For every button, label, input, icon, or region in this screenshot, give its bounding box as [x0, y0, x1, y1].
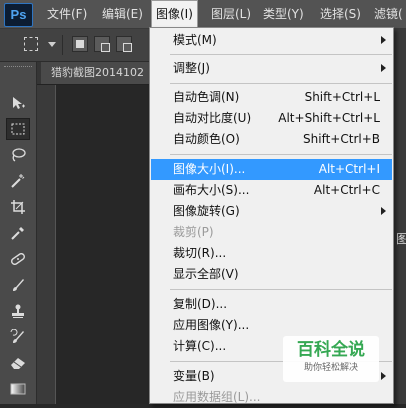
- menu-type[interactable]: 类型(Y): [259, 0, 308, 28]
- menu-item-label: 调整(J): [173, 61, 210, 75]
- menu-item-shortcut: Alt+Ctrl+I: [318, 162, 380, 176]
- tools-panel: [0, 62, 37, 404]
- submenu-arrow-icon: [381, 64, 386, 72]
- menu-item-auto-tone[interactable]: 自动色调(N) Shift+Ctrl+L: [151, 87, 392, 108]
- menu-item-auto-contrast[interactable]: 自动对比度(U) Alt+Shift+Ctrl+L: [151, 108, 392, 129]
- brush-tool-icon[interactable]: [6, 274, 30, 296]
- menu-item-image-rotation[interactable]: 图像旋转(G): [151, 201, 392, 222]
- menu-item-trim[interactable]: 裁切(R)...: [151, 243, 392, 264]
- watermark-logo: 百科全说 助你轻松解决: [283, 336, 379, 382]
- menu-item-label: 复制(D)...: [173, 297, 228, 311]
- add-selection-button[interactable]: [94, 36, 110, 52]
- menu-item-label: 图像大小(I)...: [173, 162, 246, 176]
- right-panel-label: 图: [396, 232, 406, 246]
- submenu-arrow-icon: [381, 372, 386, 380]
- menu-separator: [170, 289, 392, 290]
- menu-layer[interactable]: 图层(L): [207, 0, 255, 28]
- panel-grip[interactable]: [4, 66, 32, 71]
- menu-separator: [170, 154, 392, 155]
- menu-item-label: 图像旋转(G): [173, 204, 240, 218]
- menu-item-apply-data-set[interactable]: 应用数据组(L)...: [151, 387, 392, 408]
- menu-item-label: 自动颜色(O): [173, 132, 240, 146]
- submenu-arrow-icon: [381, 36, 386, 44]
- right-panel: [393, 29, 406, 404]
- gradient-tool-icon[interactable]: [6, 378, 30, 400]
- clone-stamp-tool-icon[interactable]: [6, 300, 30, 322]
- eyedropper-tool-icon[interactable]: [6, 222, 30, 244]
- menu-item-label: 自动对比度(U): [173, 111, 252, 125]
- menu-item-image-size[interactable]: 图像大小(I)... Alt+Ctrl+I: [151, 159, 392, 180]
- watermark-title: 百科全说: [297, 340, 365, 360]
- menu-item-label: 裁剪(P): [173, 225, 214, 239]
- menu-file[interactable]: 文件(F): [43, 0, 91, 28]
- menu-item-shortcut: Shift+Ctrl+L: [304, 90, 380, 104]
- menu-separator: [170, 83, 392, 84]
- menu-item-label: 应用图像(Y)...: [173, 318, 250, 332]
- menu-item-shortcut: Alt+Ctrl+C: [313, 183, 380, 197]
- menu-item-label: 应用数据组(L)...: [173, 390, 261, 404]
- history-brush-tool-icon[interactable]: [6, 326, 30, 348]
- menu-item-label: 自动色调(N): [173, 90, 240, 104]
- subtract-selection-button[interactable]: [116, 36, 132, 52]
- menu-item-shortcut: Shift+Ctrl+B: [303, 132, 380, 146]
- menu-item-apply-image[interactable]: 应用图像(Y)...: [151, 315, 392, 336]
- chevron-down-icon[interactable]: [48, 42, 56, 47]
- menu-separator: [170, 54, 392, 55]
- new-selection-button[interactable]: [72, 36, 88, 52]
- move-tool-icon[interactable]: [6, 92, 30, 114]
- photoshop-logo: Ps: [4, 3, 33, 27]
- menu-filter[interactable]: 滤镜(: [370, 0, 406, 28]
- menu-item-label: 裁切(R)...: [173, 246, 227, 260]
- menu-image[interactable]: 图像(I): [151, 0, 198, 28]
- lasso-tool-icon[interactable]: [6, 144, 30, 166]
- menu-item-canvas-size[interactable]: 画布大小(S)... Alt+Ctrl+C: [151, 180, 392, 201]
- menu-item-label: 计算(C)...: [173, 339, 227, 353]
- vertical-ruler: [37, 85, 56, 404]
- rectangular-marquee-tool-icon[interactable]: [6, 118, 30, 140]
- menu-item-label: 变量(B): [173, 369, 215, 383]
- magic-wand-tool-icon[interactable]: [6, 170, 30, 192]
- menu-item-duplicate[interactable]: 复制(D)...: [151, 294, 392, 315]
- menu-item-mode[interactable]: 模式(M): [151, 30, 392, 51]
- menu-item-label: 画布大小(S)...: [173, 183, 250, 197]
- menu-item-reveal-all[interactable]: 显示全部(V): [151, 264, 392, 285]
- healing-brush-tool-icon[interactable]: [6, 248, 30, 270]
- menu-item-shortcut: Alt+Shift+Ctrl+L: [278, 111, 380, 125]
- marquee-preset-icon[interactable]: [24, 37, 38, 51]
- menu-item-auto-color[interactable]: 自动颜色(O) Shift+Ctrl+B: [151, 129, 392, 150]
- eraser-tool-icon[interactable]: [6, 352, 30, 374]
- divider: [62, 35, 63, 55]
- menu-item-label: 模式(M): [173, 33, 217, 47]
- menu-bar: Ps 文件(F) 编辑(E) 图像(I) 图层(L) 类型(Y) 选择(S) 滤…: [0, 0, 406, 29]
- menu-item-label: 显示全部(V): [173, 267, 239, 281]
- document-tab[interactable]: 猎豹截图2014102: [41, 62, 154, 84]
- menu-edit[interactable]: 编辑(E): [98, 0, 147, 28]
- watermark-subtitle: 助你轻松解决: [303, 363, 358, 373]
- crop-tool-icon[interactable]: [6, 196, 30, 218]
- menu-item-adjustments[interactable]: 调整(J): [151, 58, 392, 79]
- submenu-arrow-icon: [381, 207, 386, 215]
- menu-select[interactable]: 选择(S): [316, 0, 365, 28]
- menu-item-crop[interactable]: 裁剪(P): [151, 222, 392, 243]
